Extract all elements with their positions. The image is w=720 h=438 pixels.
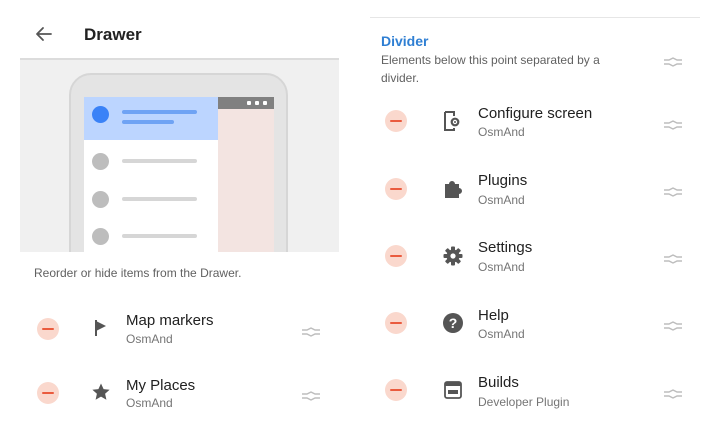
hint-text: Reorder or hide items from the Drawer. — [34, 266, 242, 280]
configure-screen-icon — [442, 110, 462, 132]
drag-handle-icon[interactable] — [663, 251, 683, 264]
drag-handle-icon[interactable] — [301, 388, 321, 401]
item-title: Plugins — [478, 172, 528, 189]
remove-button[interactable] — [385, 178, 407, 200]
apk-icon — [443, 380, 463, 400]
remove-button[interactable] — [37, 318, 59, 340]
gear-icon — [442, 245, 464, 267]
item-subtitle: OsmAnd — [478, 327, 525, 341]
divider-description: Elements below this point separated by a… — [381, 53, 600, 85]
item-subtitle: OsmAnd — [478, 260, 525, 274]
item-title: Help — [478, 307, 509, 324]
item-subtitle: OsmAnd — [126, 396, 173, 410]
phone-illustration — [69, 73, 288, 252]
back-arrow-icon[interactable] — [34, 24, 54, 44]
drawer-illustration — [20, 58, 339, 252]
drag-handle-icon[interactable] — [301, 324, 321, 337]
page-title: Drawer — [84, 25, 142, 44]
svg-text:?: ? — [449, 315, 458, 331]
drag-handle-icon[interactable] — [663, 54, 683, 67]
item-subtitle: OsmAnd — [478, 125, 525, 139]
drag-handle-icon[interactable] — [663, 117, 683, 130]
help-icon: ? — [442, 312, 464, 334]
flag-icon — [93, 318, 109, 338]
item-title: Configure screen — [478, 105, 593, 122]
drag-handle-icon[interactable] — [663, 184, 683, 197]
drag-handle-icon[interactable] — [663, 386, 683, 399]
item-title: Map markers — [126, 312, 214, 329]
divider-title: Divider — [381, 33, 429, 49]
remove-button[interactable] — [385, 110, 407, 132]
item-title: My Places — [126, 377, 196, 394]
remove-button[interactable] — [37, 382, 59, 404]
puzzle-icon — [442, 178, 464, 200]
item-subtitle: OsmAnd — [126, 332, 173, 346]
remove-button[interactable] — [385, 312, 407, 334]
remove-button[interactable] — [385, 379, 407, 401]
item-title: Settings — [478, 239, 533, 256]
star-icon — [91, 382, 111, 402]
remove-button[interactable] — [385, 245, 407, 267]
item-subtitle: OsmAnd — [478, 193, 525, 207]
item-subtitle: Developer Plugin — [478, 395, 570, 409]
item-title: Builds — [478, 374, 519, 391]
divider-line — [370, 17, 700, 18]
drag-handle-icon[interactable] — [663, 318, 683, 331]
